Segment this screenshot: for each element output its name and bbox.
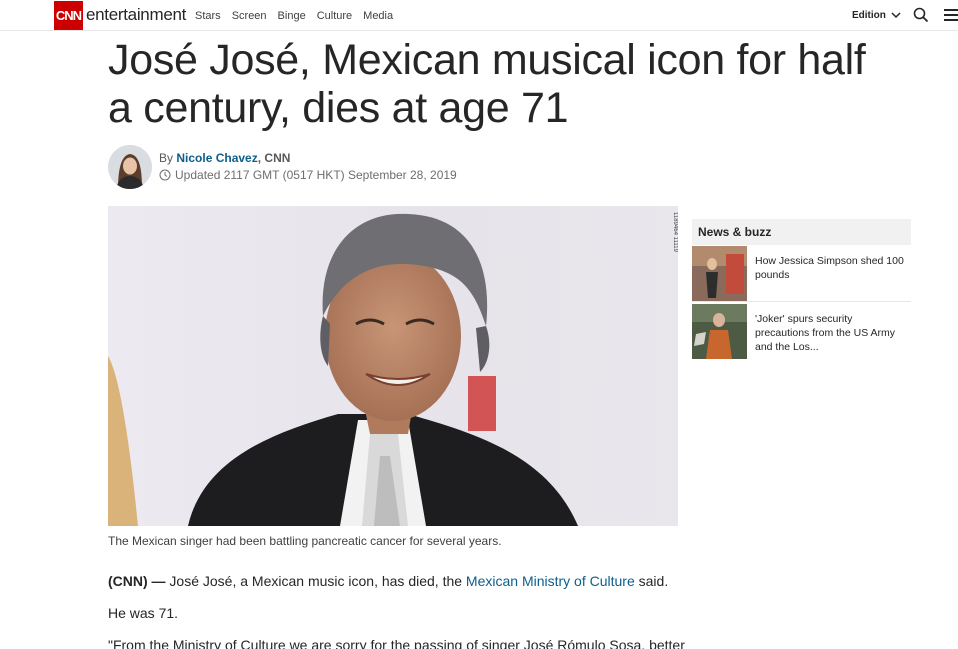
- ministry-link[interactable]: Mexican Ministry of Culture: [466, 573, 635, 589]
- nav-item-screen[interactable]: Screen: [232, 10, 267, 22]
- timestamp: Updated 2117 GMT (0517 HKT) September 28…: [159, 168, 457, 182]
- clock-icon: [159, 169, 171, 181]
- section-nav: Stars Screen Binge Culture Media: [195, 10, 393, 22]
- updated-text: Updated 2117 GMT (0517 HKT) September 28…: [175, 168, 457, 182]
- hero-photo: 1189464 11119: [108, 206, 678, 526]
- svg-text:1189464 11119: 1189464 11119: [672, 212, 678, 253]
- article-paragraph-2: He was 71.: [108, 605, 179, 621]
- section-name[interactable]: entertainment: [86, 5, 186, 25]
- article-headline: José José, Mexican musical icon for half…: [108, 36, 866, 132]
- hero-image[interactable]: 1189464 11119: [108, 206, 678, 526]
- author-avatar[interactable]: [108, 145, 152, 189]
- buzz-headline: How Jessica Simpson shed 100 pounds: [755, 255, 904, 281]
- edition-selector[interactable]: Edition: [852, 10, 901, 21]
- nav-item-stars[interactable]: Stars: [195, 10, 221, 22]
- news-buzz-title: News & buzz: [692, 219, 911, 245]
- lead-label: (CNN) —: [108, 573, 166, 589]
- author-photo: [108, 145, 152, 189]
- image-caption: The Mexican singer had been battling pan…: [108, 534, 502, 548]
- buzz-thumbnail: [692, 246, 747, 301]
- paragraph-end: said.: [634, 573, 669, 589]
- author-source: , CNN: [257, 151, 291, 165]
- search-icon[interactable]: [913, 7, 929, 23]
- menu-icon[interactable]: [944, 9, 958, 21]
- byline-prefix: By: [159, 151, 174, 165]
- article-paragraph-3: "From the Ministry of Culture we are sor…: [108, 637, 685, 649]
- author-link[interactable]: Nicole Chavez: [176, 151, 257, 165]
- buzz-item-2[interactable]: 'Joker' spurs security precautions from …: [692, 304, 911, 360]
- paragraph-text: José José, a Mexican music icon, has die…: [165, 573, 466, 589]
- nav-item-media[interactable]: Media: [363, 10, 393, 22]
- buzz-headline: 'Joker' spurs security precautions from …: [755, 313, 896, 353]
- chevron-down-icon: [891, 12, 901, 19]
- nav-item-culture[interactable]: Culture: [317, 10, 352, 22]
- edition-label: Edition: [852, 10, 886, 21]
- buzz-thumbnail: [692, 304, 747, 359]
- article-paragraph-1: (CNN) — José José, a Mexican music icon,…: [108, 573, 668, 589]
- byline: By Nicole Chavez, CNN: [159, 151, 290, 165]
- top-navigation: CNN entertainment Stars Screen Binge Cul…: [0, 0, 958, 31]
- cnn-logo[interactable]: CNN: [54, 1, 83, 30]
- nav-item-binge[interactable]: Binge: [278, 10, 306, 22]
- buzz-item-1[interactable]: How Jessica Simpson shed 100 pounds: [692, 246, 911, 302]
